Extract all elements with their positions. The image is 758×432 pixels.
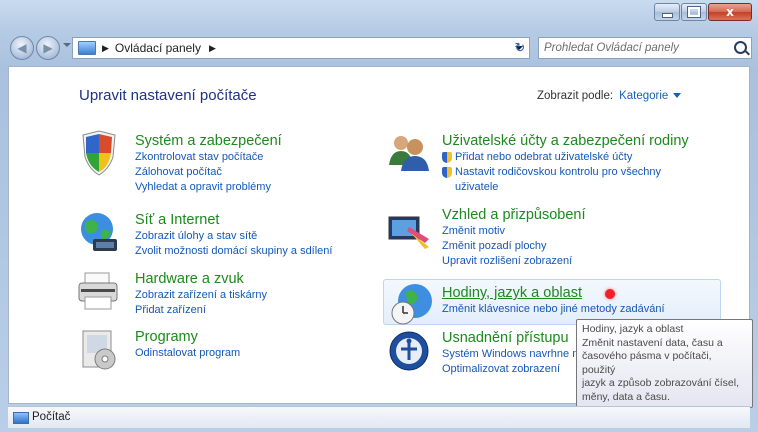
uac-shield-icon — [442, 152, 452, 163]
back-arrow-icon: ◀ — [17, 41, 27, 55]
minimize-button[interactable] — [654, 3, 680, 21]
category-title[interactable]: Hodiny, jazyk a oblast — [442, 285, 665, 302]
view-by-dropdown[interactable]: Kategorie — [619, 90, 668, 102]
tooltip: Hodiny, jazyk a oblast Změnit nastavení … — [576, 319, 753, 408]
recent-pages-dropdown[interactable] — [63, 43, 71, 47]
category-title[interactable]: Hardware a zvuk — [135, 271, 267, 288]
category-title[interactable]: Síť a Internet — [135, 212, 332, 229]
window-controls: x — [653, 3, 752, 21]
category-link-text[interactable]: Nastavit rodičovskou kontrolu pro všechn… — [455, 165, 661, 180]
category-link[interactable]: Přidat zařízení — [135, 303, 267, 318]
computer-icon — [78, 41, 96, 55]
category-link[interactable]: Změnit klávesnice nebo jiné metody zadáv… — [442, 302, 665, 317]
category-title[interactable]: Systém a zabezpečení — [135, 133, 282, 150]
category-title[interactable]: Uživatelské účty a zabezpečení rodiny — [442, 133, 689, 150]
address-bar[interactable]: ▶ Ovládací panely ▶ — [72, 37, 530, 59]
category-link-text[interactable]: Přidat nebo odebrat uživatelské účty — [455, 150, 632, 165]
category-link[interactable]: Změnit pozadí plochy — [442, 239, 586, 254]
appearance-monitor-icon[interactable] — [385, 209, 433, 257]
back-button[interactable]: ◀ — [10, 36, 34, 60]
category-link[interactable]: Optimalizovat zobrazení — [442, 362, 578, 377]
computer-icon — [13, 412, 29, 424]
category-title[interactable]: Usnadnění přístupu — [442, 330, 578, 347]
ease-of-access-icon[interactable] — [385, 327, 433, 375]
category-link[interactable]: Změnit motiv — [442, 224, 586, 239]
maximize-icon — [687, 6, 701, 18]
tooltip-line: Změnit nastavení data, času a — [582, 336, 723, 349]
tooltip-title: Hodiny, jazyk a oblast — [582, 323, 684, 335]
search-icon[interactable] — [734, 41, 747, 54]
category-link[interactable]: Vyhledat a opravit problémy — [135, 180, 282, 195]
category-programs: Programy Odinstalovat program — [135, 329, 240, 361]
view-by-label: Zobrazit podle: — [537, 90, 614, 102]
forward-button[interactable]: ▶ — [36, 36, 60, 60]
category-title[interactable]: Programy — [135, 329, 240, 346]
category-link[interactable]: Odinstalovat program — [135, 346, 240, 361]
forward-arrow-icon: ▶ — [43, 41, 53, 55]
category-ease-of-access: Usnadnění přístupu Systém Windows navrhn… — [442, 330, 578, 377]
category-clock-language-region: Hodiny, jazyk a oblast Změnit klávesnice… — [442, 285, 665, 317]
user-accounts-icon[interactable] — [385, 129, 433, 177]
category-link[interactable]: Systém Windows navrhne n — [442, 347, 578, 362]
category-link[interactable]: Upravit rozlišení zobrazení — [442, 254, 586, 269]
refresh-button[interactable]: ↻ — [508, 38, 532, 58]
security-shield-icon[interactable] — [75, 129, 123, 177]
view-by: Zobrazit podle: Kategorie — [537, 90, 682, 102]
category-link[interactable]: Přidat nebo odebrat uživatelské účty — [442, 150, 689, 165]
page-title: Upravit nastavení počítače — [79, 87, 257, 104]
category-link[interactable]: Zobrazit úlohy a stav sítě — [135, 229, 332, 244]
category-link[interactable]: Zvolit možnosti domácí skupiny a sdílení — [135, 244, 332, 259]
category-link[interactable]: Zobrazit zařízení a tiskárny — [135, 288, 267, 303]
maximize-button[interactable] — [681, 3, 707, 21]
printer-hardware-icon[interactable] — [75, 267, 123, 315]
tooltip-line: jazyk a způsob zobrazování čísel, — [582, 377, 739, 389]
category-network-internet: Síť a Internet Zobrazit úlohy a stav sít… — [135, 212, 332, 259]
category-link[interactable]: uživatele — [442, 180, 689, 195]
network-globe-icon[interactable] — [75, 209, 123, 257]
category-hardware-sound: Hardware a zvuk Zobrazit zařízení a tisk… — [135, 271, 267, 318]
category-appearance: Vzhled a přizpůsobení Změnit motiv Změni… — [442, 207, 586, 269]
category-user-accounts: Uživatelské účty a zabezpečení rodiny Př… — [442, 133, 689, 195]
breadcrumb-arrow-icon[interactable]: ▶ — [102, 43, 109, 54]
navigation-bar: ◀ ▶ ▶ Ovládací panely ▶ ↻ Prohledat Ovlá… — [0, 33, 758, 63]
category-system-security: Systém a zabezpečení Zkontrolovat stav p… — [135, 133, 282, 195]
breadcrumb-control-panel[interactable]: Ovládací panely — [115, 41, 201, 55]
minimize-icon — [661, 12, 673, 18]
search-placeholder: Prohledat Ovládací panely — [544, 42, 679, 54]
chevron-down-icon[interactable] — [673, 93, 682, 99]
tooltip-line: časového pásma v počítači, použitý — [582, 350, 712, 376]
status-label: Počítač — [32, 411, 71, 423]
programs-box-icon[interactable] — [75, 325, 123, 373]
clock-globe-icon[interactable] — [389, 281, 437, 329]
breadcrumb-arrow-icon[interactable]: ▶ — [209, 43, 216, 54]
category-title[interactable]: Vzhled a přizpůsobení — [442, 207, 586, 224]
refresh-icon: ↻ — [514, 40, 526, 55]
uac-shield-icon — [442, 167, 452, 178]
category-link[interactable]: Nastavit rodičovskou kontrolu pro všechn… — [442, 165, 689, 180]
close-button[interactable]: x — [708, 3, 752, 21]
tooltip-line: měny, data a času. — [582, 390, 670, 403]
status-bar: Počítač — [8, 406, 750, 428]
close-icon: x — [726, 5, 734, 19]
search-box[interactable]: Prohledat Ovládací panely — [538, 37, 752, 59]
category-link[interactable]: Zkontrolovat stav počítače — [135, 150, 282, 165]
category-link[interactable]: Zálohovat počítač — [135, 165, 282, 180]
cursor-marker — [605, 289, 615, 299]
